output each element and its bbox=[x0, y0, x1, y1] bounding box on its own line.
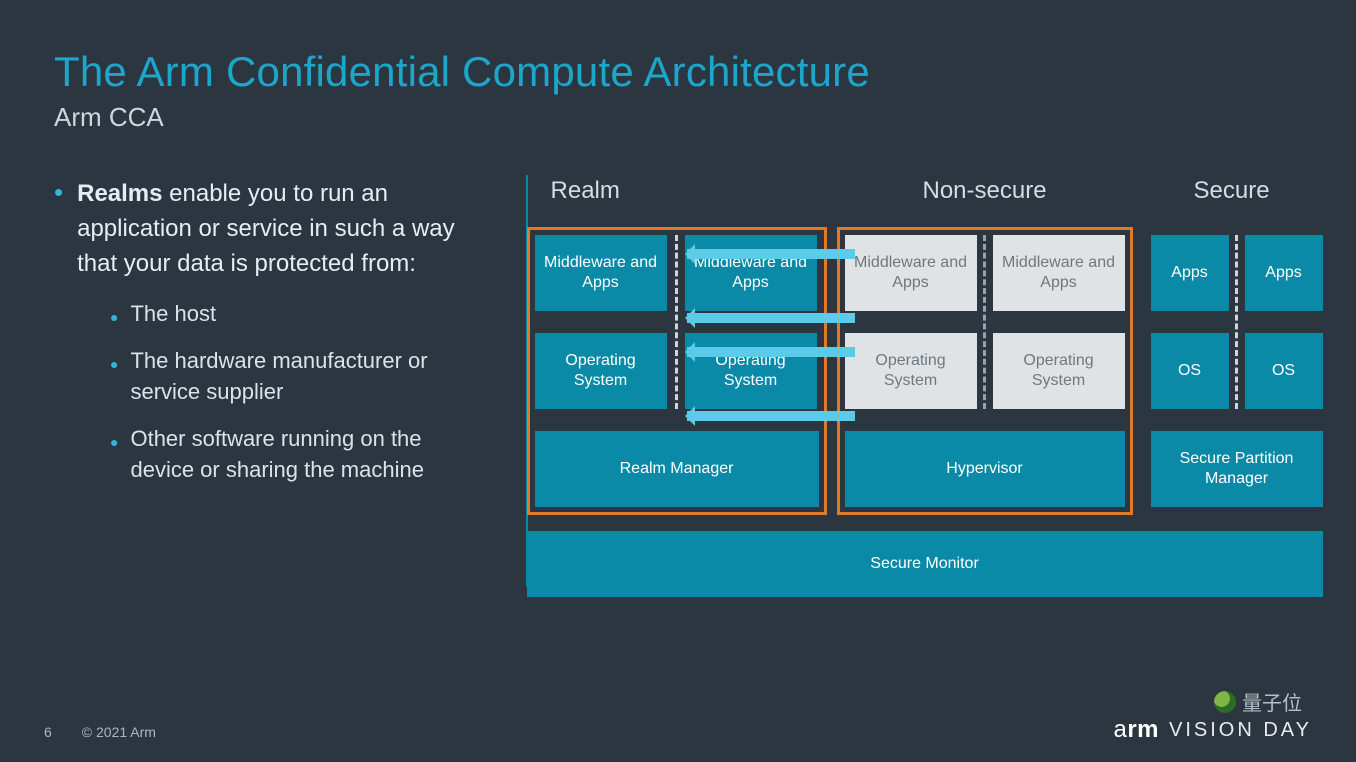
box-realm-middleware-1: Middleware and Apps bbox=[535, 235, 667, 311]
box-ns-middleware-2: Middleware and Apps bbox=[993, 235, 1125, 311]
column-header-realm: Realm bbox=[551, 177, 711, 205]
box-secure-apps-1: Apps bbox=[1151, 235, 1229, 311]
migration-arrow-icon bbox=[687, 411, 855, 421]
box-realm-middleware-2: Middleware and Apps bbox=[685, 235, 817, 311]
main-bullet: • Realms enable you to run an applicatio… bbox=[54, 177, 463, 281]
sub-bullet-text: The host bbox=[130, 299, 216, 330]
secure-partition-divider bbox=[1235, 235, 1238, 409]
bullet-dot-icon: ● bbox=[110, 433, 118, 486]
box-secure-monitor: Secure Monitor bbox=[527, 531, 1323, 597]
sub-bullet: ● The host bbox=[110, 299, 463, 330]
arm-logo: arm bbox=[1113, 716, 1159, 744]
sub-bullet: ●The hardware manufacturer or service su… bbox=[110, 346, 463, 408]
column-header-nonsecure: Non-secure bbox=[845, 177, 1125, 205]
migration-arrow-icon bbox=[687, 249, 855, 259]
main-bullet-text: Realms enable you to run an application … bbox=[77, 177, 462, 281]
slide-footer: 6 © 2021 Arm bbox=[44, 724, 156, 740]
brand-mark: arm VISION DAY bbox=[1113, 716, 1312, 744]
bullet-dot-icon: ● bbox=[110, 355, 118, 408]
ns-partition-divider bbox=[983, 235, 986, 409]
migration-arrow-icon bbox=[687, 347, 855, 357]
box-secure-apps-2: Apps bbox=[1245, 235, 1323, 311]
box-realm-os-2: Operating System bbox=[685, 333, 817, 409]
box-hypervisor: Hypervisor bbox=[845, 431, 1125, 507]
wechat-icon bbox=[1214, 691, 1236, 713]
sub-bullet-text: Other software running on the device or … bbox=[130, 424, 462, 486]
watermark: 量子位 bbox=[1214, 687, 1302, 716]
box-ns-os-2: Operating System bbox=[993, 333, 1125, 409]
box-secure-os-1: OS bbox=[1151, 333, 1229, 409]
sub-bullet: ●Other software running on the device or… bbox=[110, 424, 463, 486]
migration-arrow-icon bbox=[687, 313, 855, 323]
box-ns-middleware-1: Middleware and Apps bbox=[845, 235, 977, 311]
sub-bullet-text: The hardware manufacturer or service sup… bbox=[130, 346, 462, 408]
slide-title: The Arm Confidential Compute Architectur… bbox=[54, 48, 1302, 96]
copyright: © 2021 Arm bbox=[82, 724, 156, 740]
box-secure-os-2: OS bbox=[1245, 333, 1323, 409]
main-bullet-bold: Realms bbox=[77, 180, 162, 207]
box-ns-os-1: Operating System bbox=[845, 333, 977, 409]
box-secure-partition-manager: Secure Partition Manager bbox=[1151, 431, 1323, 507]
page-number: 6 bbox=[44, 724, 52, 740]
column-header-secure: Secure bbox=[1157, 177, 1307, 205]
box-realm-manager: Realm Manager bbox=[535, 431, 819, 507]
architecture-diagram: Realm Non-secure Secure Middleware and A… bbox=[527, 177, 1302, 501]
bullet-dot-icon: • bbox=[54, 177, 63, 281]
brand-tagline: VISION DAY bbox=[1169, 719, 1312, 742]
slide-subtitle: Arm CCA bbox=[54, 102, 1302, 133]
box-realm-os-1: Operating System bbox=[535, 333, 667, 409]
text-column: • Realms enable you to run an applicatio… bbox=[54, 177, 487, 501]
watermark-text: 量子位 bbox=[1242, 687, 1302, 716]
bullet-dot-icon: ● bbox=[110, 308, 118, 330]
